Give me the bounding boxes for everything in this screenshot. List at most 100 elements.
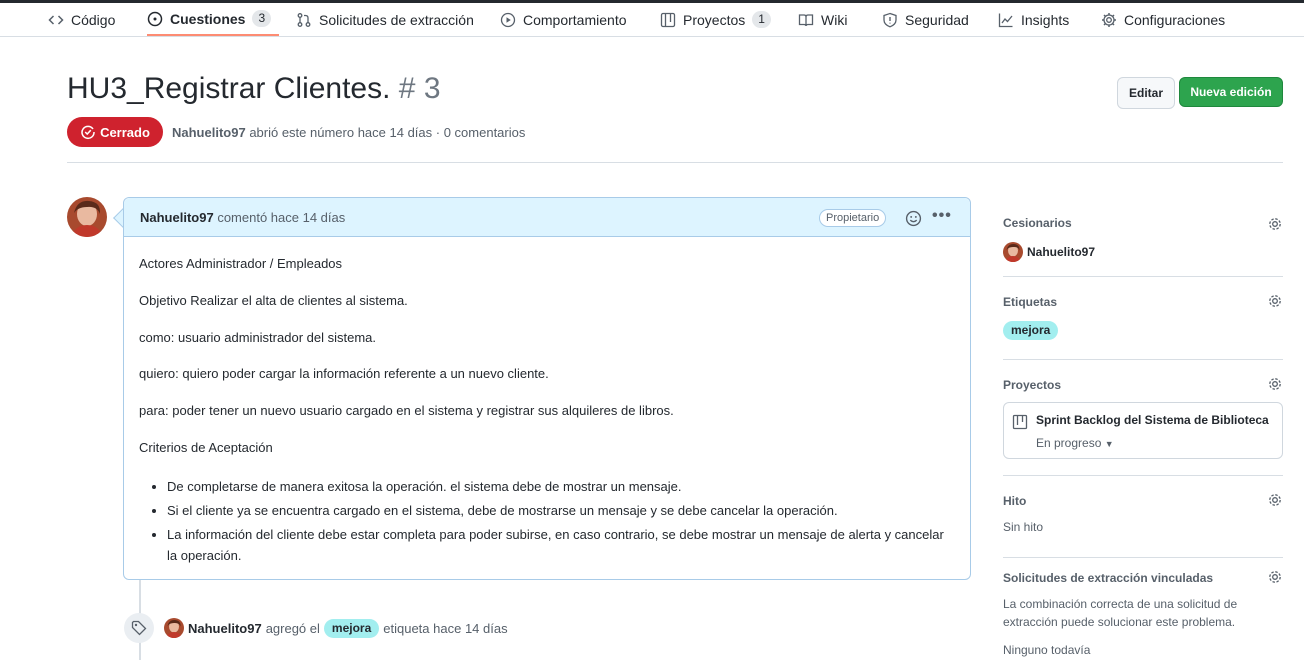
tab-settings-label: Configuraciones [1124, 11, 1226, 28]
comment-author-link[interactable]: Nahuelito97 [140, 210, 214, 225]
gear-icon[interactable] [1267, 216, 1283, 232]
projects-count: 1 [752, 11, 771, 28]
tab-pull-requests[interactable]: Solicitudes de extracción [296, 3, 474, 36]
kebab-menu-icon[interactable]: ••• [932, 207, 952, 225]
issue-meta-text: abrió este número hace 14 días · 0 comen… [249, 125, 526, 140]
tab-projects-label: Proyectos [683, 11, 746, 28]
new-issue-button[interactable]: Nueva edición [1179, 77, 1283, 107]
tab-issues-label: Cuestiones [170, 10, 246, 27]
milestone-value: Sin hito [1003, 520, 1044, 534]
sidebar-divider [1003, 359, 1283, 360]
sidebar-labels: Etiquetas mejora [1003, 294, 1283, 344]
project-status-label: En progreso [1036, 436, 1102, 450]
timeline-author-link[interactable]: Nahuelito97 [188, 621, 262, 636]
sidebar-divider [1003, 475, 1283, 476]
label-badge[interactable]: mejora [1003, 321, 1059, 340]
project-status-dropdown[interactable]: En progreso ▼ [1036, 436, 1114, 450]
tab-wiki[interactable]: Wiki [798, 3, 847, 36]
header-divider [67, 162, 1283, 163]
issues-count: 3 [252, 10, 272, 27]
issue-closed-icon [81, 125, 95, 140]
tag-icon [131, 620, 147, 636]
issue-opened-icon [147, 11, 163, 26]
sidebar-assignees: Cesionarios Nahuelito97 [1003, 215, 1283, 265]
linked-description: extracción puede solucionar este problem… [1003, 615, 1236, 629]
tab-pull-requests-label: Solicitudes de extracción [319, 11, 474, 28]
sidebar-projects-title[interactable]: Proyectos [1003, 378, 1061, 392]
issue-title-text: HU3_Registrar Clientes. [67, 72, 391, 105]
assignee-item[interactable]: Nahuelito97 [1003, 242, 1095, 262]
status-badge-label: Cerrado [100, 124, 150, 140]
project-board-icon [1012, 414, 1028, 430]
shield-icon [883, 12, 897, 27]
sidebar-labels-title[interactable]: Etiquetas [1003, 295, 1057, 309]
tab-projects[interactable]: Proyectos 1 [660, 3, 771, 36]
comment-paragraph: Objetivo Realizar el alta de clientes al… [139, 293, 408, 308]
triangle-down-icon: ▼ [1104, 439, 1114, 449]
comment-paragraph: Actores Administrador / Empleados [139, 256, 343, 271]
timeline-suffix: etiqueta hace 14 días [383, 621, 508, 636]
repo-nav: Código Cuestiones 3 Solicitudes de extra… [0, 0, 1304, 37]
issue-author-link[interactable]: Nahuelito97 [172, 125, 246, 140]
tab-code[interactable]: Código [48, 3, 115, 36]
timeline-action: agregó el [265, 621, 320, 636]
comment-paragraph: Criterios de Aceptación [139, 440, 273, 455]
comment-paragraph: para: poder tener un nuevo usuario carga… [139, 403, 674, 418]
linked-description: La combinación correcta de una solicitud… [1003, 597, 1238, 611]
comment-paragraph: como: usuario administrador del sistema. [139, 330, 376, 345]
sidebar-divider [1003, 557, 1283, 558]
play-icon [500, 12, 516, 27]
issue-number: # 3 [398, 72, 441, 105]
tab-wiki-label: Wiki [821, 11, 848, 28]
table-icon [660, 12, 676, 27]
tab-security[interactable]: Seguridad [882, 3, 969, 36]
sidebar-projects: Proyectos [1003, 377, 1283, 397]
sidebar-divider [1003, 276, 1283, 277]
sidebar-linked-prs: Solicitudes de extracción vinculadas La … [1003, 570, 1283, 660]
project-card[interactable]: Sprint Backlog del Sistema de Biblioteca… [1003, 402, 1283, 459]
sidebar-assignees-title[interactable]: Cesionarios [1003, 216, 1072, 230]
graph-icon [998, 13, 1013, 27]
gear-icon[interactable] [1267, 492, 1283, 508]
smiley-icon[interactable] [905, 210, 922, 227]
page-title: HU3_Registrar Clientes. # 3 [67, 72, 441, 106]
avatar-image [67, 197, 107, 237]
tab-security-label: Seguridad [905, 11, 969, 28]
git-pull-request-icon [297, 12, 311, 27]
list-item: Si el cliente ya se encuentra cargado en… [167, 500, 957, 521]
gear-icon[interactable] [1267, 569, 1283, 585]
sidebar-linked-title[interactable]: Solicitudes de extracción vinculadas [1003, 571, 1213, 585]
code-icon [48, 14, 64, 25]
comment-time[interactable]: comentó hace 14 días [217, 210, 345, 225]
comment-header: Nahuelito97 comentó hace 14 días Propiet… [124, 198, 970, 237]
book-icon [798, 13, 814, 26]
tab-insights[interactable]: Insights [998, 3, 1069, 36]
status-badge: Cerrado [67, 117, 163, 147]
avatar [1003, 242, 1023, 262]
label-badge[interactable]: mejora [323, 619, 380, 638]
gear-icon[interactable] [1267, 293, 1283, 309]
avatar-image [164, 618, 184, 638]
tab-settings[interactable]: Configuraciones [1101, 3, 1225, 36]
timeline-badge [124, 613, 154, 643]
comment-author-line: Nahuelito97 comentó hace 14 días [140, 210, 345, 225]
tab-actions-label: Comportamiento [523, 11, 627, 28]
linked-none: Ninguno todavía [1003, 643, 1091, 657]
tab-actions[interactable]: Comportamiento [500, 3, 627, 36]
avatar[interactable] [67, 197, 107, 237]
owner-badge: Propietario [819, 209, 887, 227]
project-name[interactable]: Sprint Backlog del Sistema de Biblioteca [1036, 413, 1269, 427]
sidebar-milestone-title[interactable]: Hito [1003, 494, 1026, 508]
comment-paragraph: quiero: quiero poder cargar la informaci… [139, 366, 549, 381]
timeline-event: Nahuelito97 agregó el mejora etiqueta ha… [188, 619, 508, 638]
comment-card: Nahuelito97 comentó hace 14 días Propiet… [123, 197, 971, 580]
edit-button[interactable]: Editar [1117, 77, 1175, 109]
gear-icon[interactable] [1267, 376, 1283, 392]
list-item: La información del cliente debe estar co… [167, 524, 957, 566]
gear-icon [1102, 12, 1116, 27]
avatar[interactable] [164, 618, 184, 638]
tab-code-label: Código [71, 11, 116, 28]
sidebar-milestone: Hito Sin hito [1003, 493, 1283, 543]
tab-issues[interactable]: Cuestiones 3 [147, 3, 279, 36]
issue-meta: Nahuelito97 abrió este número hace 14 dí… [172, 125, 525, 140]
